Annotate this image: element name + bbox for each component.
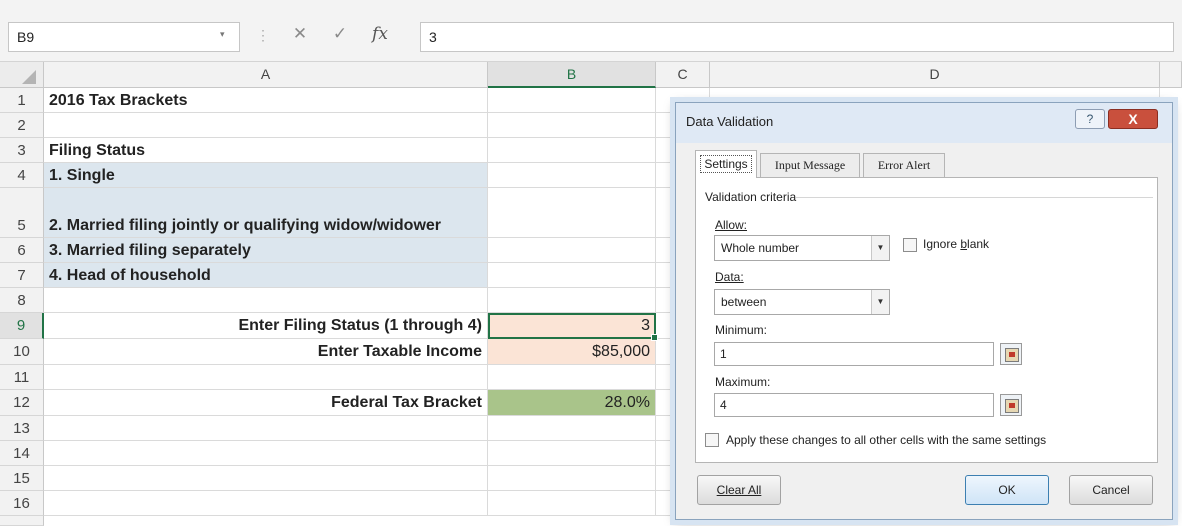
cell-a1[interactable]: 2016 Tax Brackets xyxy=(44,88,488,113)
data-validation-dialog: Data Validation ? X Settings Input Messa… xyxy=(675,102,1173,520)
dialog-title: Data Validation xyxy=(686,114,774,129)
cell-b1[interactable] xyxy=(488,88,656,113)
cell-b3[interactable] xyxy=(488,138,656,163)
minimum-range-picker-icon[interactable] xyxy=(1000,343,1022,365)
ok-button[interactable]: OK xyxy=(965,475,1049,505)
tab-settings[interactable]: Settings xyxy=(695,150,757,178)
row-header-4[interactable]: 4 xyxy=(0,163,44,188)
cell-a9[interactable]: Enter Filing Status (1 through 4) xyxy=(44,313,488,339)
cell-b2[interactable] xyxy=(488,113,656,138)
row-header-13[interactable]: 13 xyxy=(0,416,44,441)
apply-to-all-label[interactable]: Apply these changes to all other cells w… xyxy=(726,433,1046,447)
allow-select-value: Whole number xyxy=(721,241,800,255)
cell-a13[interactable] xyxy=(44,416,488,441)
cell-a16[interactable] xyxy=(44,491,488,516)
minimum-input[interactable]: 1 xyxy=(714,342,994,366)
cell-b15[interactable] xyxy=(488,466,656,491)
row-header-17[interactable] xyxy=(0,516,44,526)
data-select-value: between xyxy=(721,295,767,309)
cell-b10[interactable]: $85,000 xyxy=(488,339,656,365)
validation-criteria-heading: Validation criteria xyxy=(705,190,797,204)
cell-a12[interactable]: Federal Tax Bracket xyxy=(44,390,488,416)
cancel-icon[interactable]: ✕ xyxy=(286,24,314,50)
data-label: Data: xyxy=(715,270,744,284)
cell-b16[interactable] xyxy=(488,491,656,516)
cell-a15[interactable] xyxy=(44,466,488,491)
ignore-blank-label[interactable]: Ignore blank xyxy=(923,237,989,251)
cell-b12[interactable]: 28.0% xyxy=(488,390,656,416)
clear-all-button[interactable]: Clear All xyxy=(697,475,781,505)
maximum-input[interactable]: 4 xyxy=(714,393,994,417)
maximum-label: Maximum: xyxy=(715,375,771,389)
cell-a4[interactable]: 1. Single xyxy=(44,163,488,188)
row-header-8[interactable]: 8 xyxy=(0,288,44,313)
row-header-2[interactable]: 2 xyxy=(0,113,44,138)
cell-b5[interactable] xyxy=(488,188,656,238)
tab-error-alert[interactable]: Error Alert xyxy=(863,153,945,177)
data-dropdown-icon[interactable]: ▼ xyxy=(871,290,889,314)
row-header-7[interactable]: 7 xyxy=(0,263,44,288)
row-header-3[interactable]: 3 xyxy=(0,138,44,163)
formula-input[interactable]: 3 xyxy=(420,22,1174,52)
formula-bar-grip-icon: ⋮ xyxy=(256,27,270,43)
cell-b8[interactable] xyxy=(488,288,656,313)
maximum-range-picker-icon[interactable] xyxy=(1000,394,1022,416)
cell-a2[interactable] xyxy=(44,113,488,138)
row-header-1[interactable]: 1 xyxy=(0,88,44,113)
tab-input-message[interactable]: Input Message xyxy=(760,153,860,177)
cell-b14[interactable] xyxy=(488,441,656,466)
cell-a10[interactable]: Enter Taxable Income xyxy=(44,339,488,365)
row-header-15[interactable]: 15 xyxy=(0,466,44,491)
minimum-label: Minimum: xyxy=(715,323,768,337)
row-header-6[interactable]: 6 xyxy=(0,238,44,263)
cell-a3[interactable]: Filing Status xyxy=(44,138,488,163)
cell-b11[interactable] xyxy=(488,365,656,390)
column-header-a[interactable]: A xyxy=(44,62,488,88)
close-icon[interactable]: X xyxy=(1108,109,1158,129)
fill-handle[interactable] xyxy=(651,334,658,341)
column-header-b[interactable]: B xyxy=(488,62,656,88)
enter-check-icon[interactable]: ✓ xyxy=(326,24,354,50)
insert-function-icon[interactable]: fx xyxy=(366,24,394,50)
row-header-16[interactable]: 16 xyxy=(0,491,44,516)
select-all-icon xyxy=(22,70,36,84)
column-header-d[interactable]: D xyxy=(710,62,1160,88)
cell-a14[interactable] xyxy=(44,441,488,466)
tab-settings-label: Settings xyxy=(700,155,752,173)
cancel-button[interactable]: Cancel xyxy=(1069,475,1153,505)
name-box[interactable]: B9 xyxy=(8,22,240,52)
cell-b7[interactable] xyxy=(488,263,656,288)
cell-a8[interactable] xyxy=(44,288,488,313)
row-header-11[interactable]: 11 xyxy=(0,365,44,390)
cell-a7[interactable]: 4. Head of household xyxy=(44,263,488,288)
settings-panel xyxy=(695,177,1158,463)
cell-a5[interactable]: 2. Married filing jointly or qualifying … xyxy=(44,188,488,238)
name-box-dropdown-icon[interactable]: ▾ xyxy=(220,29,225,40)
cell-a11[interactable] xyxy=(44,365,488,390)
ignore-blank-checkbox[interactable] xyxy=(903,238,917,252)
row-header-14[interactable]: 14 xyxy=(0,441,44,466)
cell-b6[interactable] xyxy=(488,238,656,263)
cell-b13[interactable] xyxy=(488,416,656,441)
column-header-c[interactable]: C xyxy=(656,62,710,88)
apply-to-all-checkbox[interactable] xyxy=(705,433,719,447)
row-header-5[interactable]: 5 xyxy=(0,188,44,238)
row-header-12[interactable]: 12 xyxy=(0,390,44,416)
validation-criteria-divider xyxy=(796,197,1153,198)
cell-b4[interactable] xyxy=(488,163,656,188)
column-header-next[interactable] xyxy=(1160,62,1182,88)
allow-label: Allow: xyxy=(715,218,748,232)
allow-dropdown-icon[interactable]: ▼ xyxy=(871,236,889,260)
cell-a6[interactable]: 3. Married filing separately xyxy=(44,238,488,263)
allow-select[interactable]: Whole number xyxy=(714,235,890,261)
row-header-9[interactable]: 9 xyxy=(0,313,44,339)
data-select[interactable]: between xyxy=(714,289,890,315)
cell-b9[interactable]: 3 xyxy=(488,313,656,339)
row-header-10[interactable]: 10 xyxy=(0,339,44,365)
help-icon[interactable]: ? xyxy=(1075,109,1105,129)
